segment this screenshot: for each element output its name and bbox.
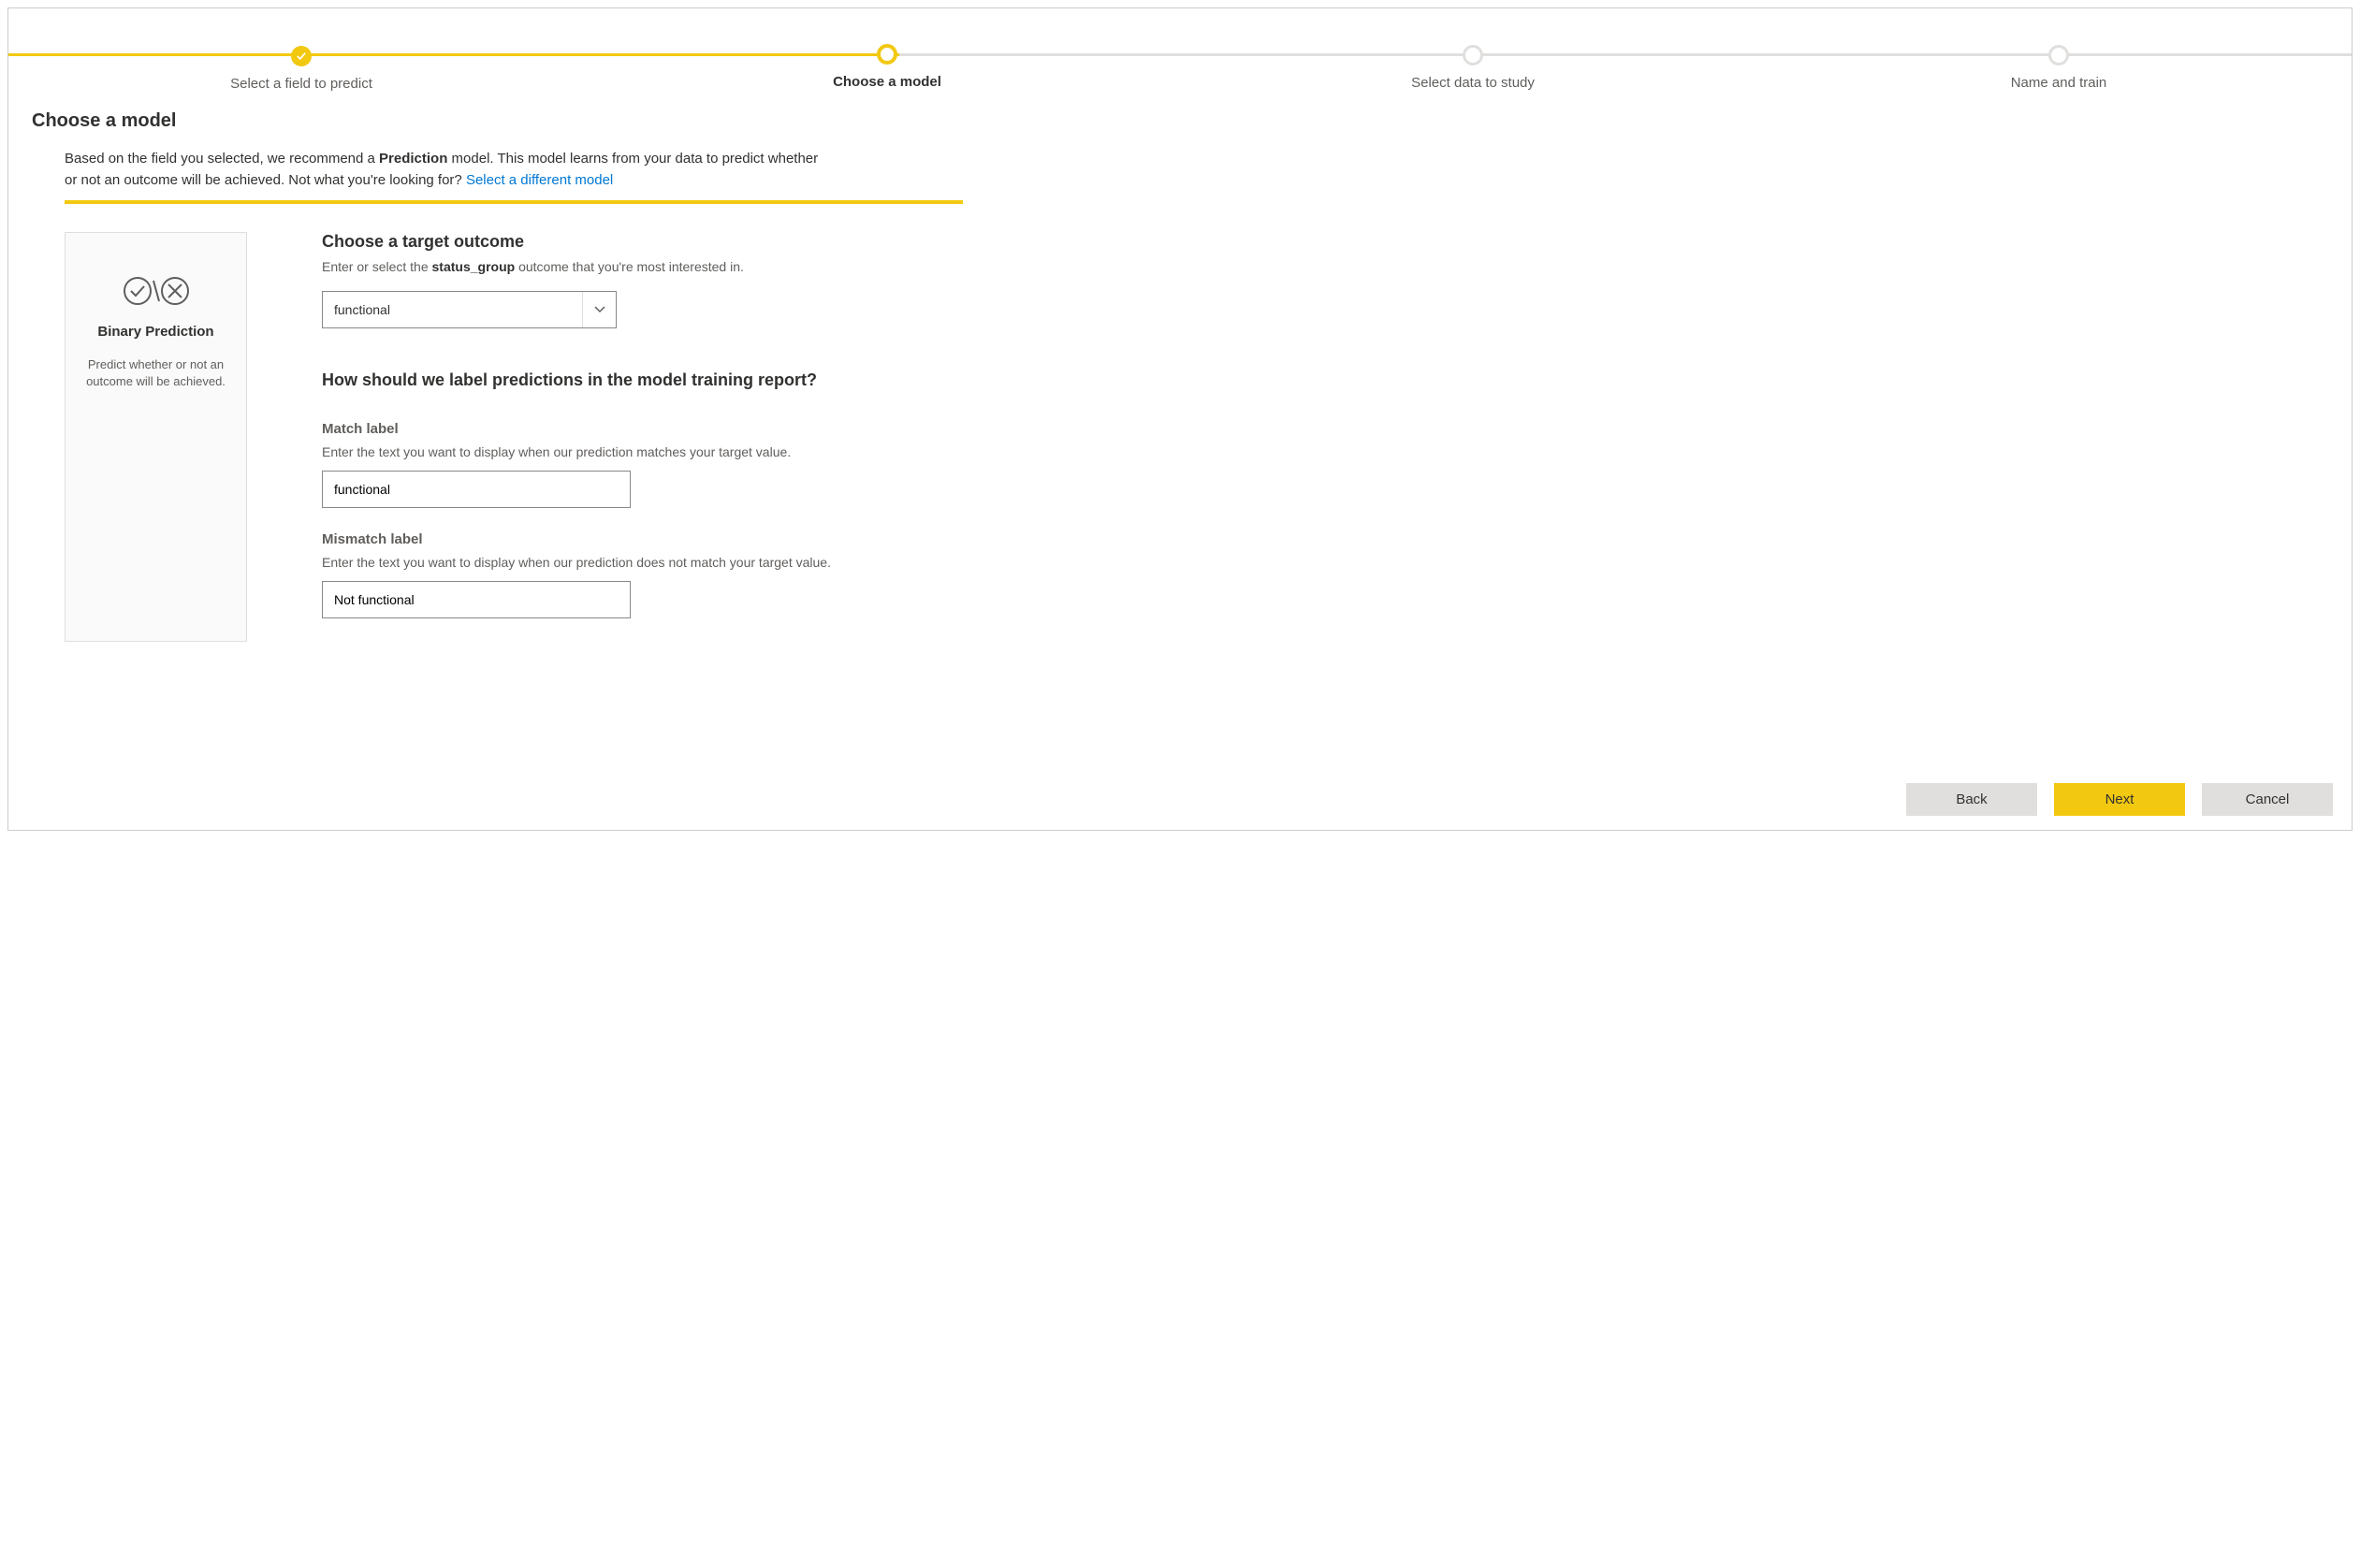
step-label: Select data to study (1180, 75, 1766, 91)
model-card-desc: Predict whether or not an outcome will b… (80, 356, 232, 390)
checkmark-icon (291, 46, 312, 66)
step-name-train[interactable]: Name and train (1766, 36, 2352, 91)
desc-suffix: outcome that you're most interested in. (515, 259, 744, 274)
step-label: Choose a model (594, 74, 1180, 90)
yellow-divider (65, 200, 963, 204)
match-label-desc: Enter the text you want to display when … (322, 444, 977, 459)
step-circle-icon (2048, 45, 2069, 65)
step-circle-icon (877, 44, 897, 65)
binary-prediction-icon (80, 275, 232, 310)
intro-prefix: Based on the field you selected, we reco… (65, 151, 379, 167)
mismatch-label-input[interactable] (322, 581, 631, 618)
match-label-input[interactable] (322, 471, 631, 508)
combo-value: functional (323, 302, 582, 317)
cancel-button[interactable]: Cancel (2202, 783, 2333, 816)
back-button[interactable]: Back (1906, 783, 2037, 816)
step-select-data[interactable]: Select data to study (1180, 36, 1766, 91)
step-label: Name and train (1766, 75, 2352, 91)
intro-block: Based on the field you selected, we reco… (32, 149, 2328, 191)
target-outcome-desc: Enter or select the status_group outcome… (322, 259, 977, 274)
match-label-heading: Match label (322, 421, 977, 437)
wizard-container: Select a field to predict Choose a model… (7, 7, 2353, 831)
chevron-down-icon[interactable] (582, 292, 616, 327)
intro-bold: Prediction (379, 151, 447, 167)
footer: Back Next Cancel (8, 772, 2352, 830)
step-circle-icon (1463, 45, 1483, 65)
step-select-field[interactable]: Select a field to predict (8, 36, 594, 92)
mismatch-label-desc: Enter the text you want to display when … (322, 555, 977, 570)
step-label: Select a field to predict (8, 76, 594, 92)
page-title: Choose a model (32, 110, 2328, 132)
desc-bold: status_group (432, 259, 516, 274)
select-different-model-link[interactable]: Select a different model (466, 172, 613, 188)
mismatch-label-heading: Mismatch label (322, 531, 977, 547)
form-area: Choose a target outcome Enter or select … (322, 232, 977, 642)
target-outcome-title: Choose a target outcome (322, 232, 977, 252)
step-choose-model[interactable]: Choose a model (594, 36, 1180, 90)
label-section-title: How should we label predictions in the m… (322, 370, 977, 390)
main-row: Binary Prediction Predict whether or not… (32, 232, 2328, 642)
wizard-stepper: Select a field to predict Choose a model… (8, 8, 2352, 101)
model-card-title: Binary Prediction (80, 324, 232, 340)
desc-prefix: Enter or select the (322, 259, 432, 274)
intro-text: Based on the field you selected, we reco… (65, 149, 832, 191)
target-outcome-select[interactable]: functional (322, 291, 617, 328)
next-button[interactable]: Next (2054, 783, 2185, 816)
content-area: Choose a model Based on the field you se… (8, 101, 2352, 772)
binary-prediction-card[interactable]: Binary Prediction Predict whether or not… (65, 232, 247, 642)
